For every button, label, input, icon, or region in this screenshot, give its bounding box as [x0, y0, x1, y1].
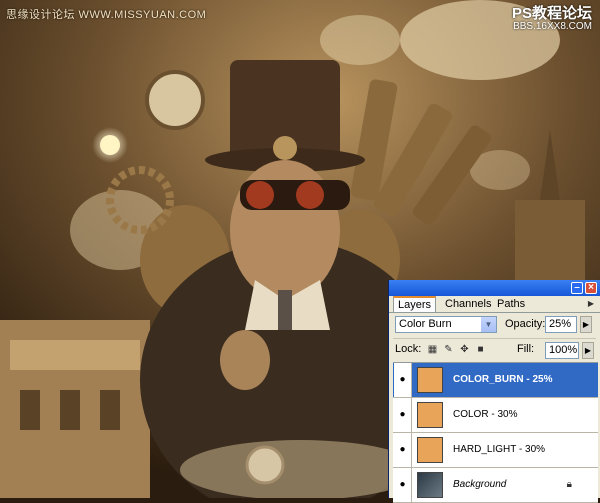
layer-row[interactable]: ● COLOR - 30%: [393, 398, 598, 433]
layers-panel: – × Layers Channels Paths ▶ Color Burn ▼…: [388, 280, 600, 503]
layer-name: HARD_LIGHT - 30%: [453, 444, 546, 455]
lock-fill-row: Lock: ▦ ✎ ✥ ■ Fill: 100% ▶: [393, 338, 596, 359]
eye-icon[interactable]: ●: [394, 363, 412, 397]
lock-transparent-icon[interactable]: ▦: [427, 344, 438, 355]
blend-mode-value: Color Burn: [399, 318, 452, 330]
layer-row[interactable]: ● HARD_LIGHT - 30%: [393, 433, 598, 468]
opacity-input[interactable]: 25%: [545, 316, 577, 333]
lock-brush-icon[interactable]: ✎: [443, 344, 454, 355]
blend-mode-select[interactable]: Color Burn ▼: [395, 316, 497, 333]
lock-label: Lock:: [395, 343, 422, 355]
watermark-right: PS教程论坛 BBS.16XX8.COM: [512, 2, 592, 32]
fill-label: Fill:: [517, 343, 535, 355]
layer-thumbnail: [417, 367, 443, 393]
layer-name: COLOR - 30%: [453, 409, 518, 420]
fill-slider-button[interactable]: ▶: [582, 342, 594, 359]
lock-icon: 🔒︎: [566, 479, 572, 490]
watermark-left: 思缘设计论坛 WWW.MISSYUAN.COM: [6, 9, 207, 21]
panel-titlebar[interactable]: – ×: [389, 280, 600, 296]
eye-icon[interactable]: ●: [394, 433, 412, 467]
minimize-icon[interactable]: –: [571, 282, 583, 294]
layer-thumbnail: [417, 472, 443, 498]
fill-input[interactable]: 100%: [545, 342, 579, 359]
layer-row[interactable]: ● COLOR_BURN - 25%: [393, 363, 598, 398]
tab-paths[interactable]: Paths: [493, 297, 529, 312]
layers-list: ● COLOR_BURN - 25% ● COLOR - 30% ● HARD_…: [393, 362, 598, 503]
tab-layers[interactable]: Layers: [393, 296, 437, 312]
layer-thumbnail: [417, 437, 443, 463]
layer-thumbnail: [417, 402, 443, 428]
blend-opacity-row: Color Burn ▼ Opacity: 25% ▶: [393, 315, 596, 335]
watermark-right-title: PS教程论坛: [511, 5, 592, 22]
panel-menu-icon[interactable]: ▶: [585, 298, 597, 309]
tab-channels[interactable]: Channels: [441, 297, 495, 312]
eye-icon[interactable]: ●: [394, 398, 412, 432]
watermark-right-url: BBS.16XX8.COM: [513, 21, 592, 32]
opacity-slider-button[interactable]: ▶: [580, 316, 592, 333]
panel-tabs: Layers Channels Paths ▶: [389, 296, 600, 313]
eye-icon[interactable]: ●: [394, 468, 412, 502]
layer-name: COLOR_BURN - 25%: [453, 374, 553, 385]
lock-all-icon[interactable]: ■: [475, 344, 486, 355]
close-icon[interactable]: ×: [585, 282, 597, 294]
lock-move-icon[interactable]: ✥: [459, 344, 470, 355]
layer-name: Background: [453, 479, 507, 490]
opacity-label: Opacity:: [505, 318, 546, 330]
chevron-down-icon[interactable]: ▼: [481, 317, 496, 332]
